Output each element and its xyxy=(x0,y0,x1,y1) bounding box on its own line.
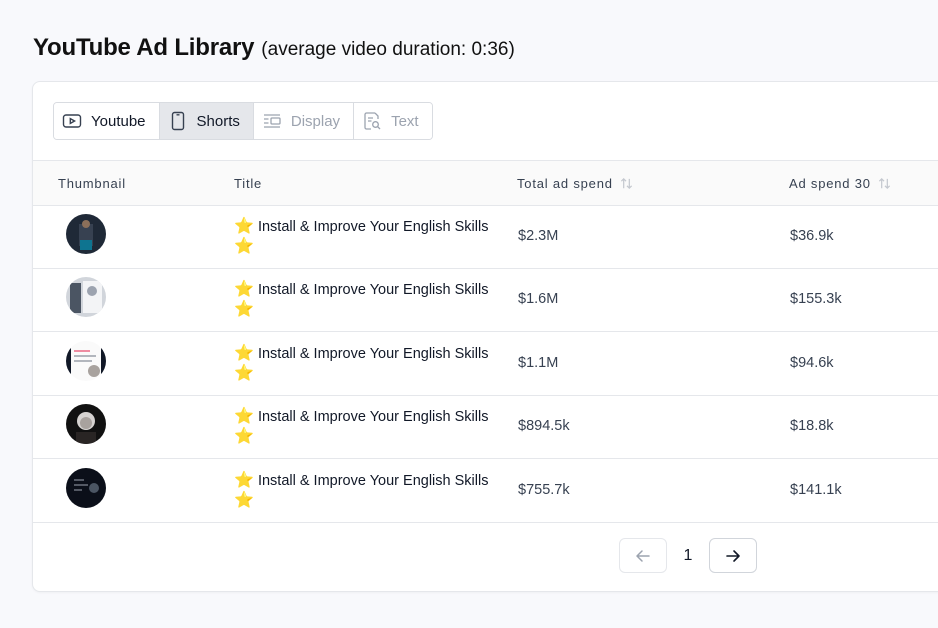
ad-title-text: Install & Improve Your English Skills xyxy=(257,219,489,235)
page-heading: YouTube Ad Library (average video durati… xyxy=(33,34,515,62)
previous-page-button[interactable] xyxy=(619,538,667,573)
column-header-label: Total ad spend xyxy=(517,175,613,191)
total-ad-spend: $1.6M xyxy=(518,291,559,307)
ad-spend-30: $155.3k xyxy=(790,291,842,307)
video-thumbnail[interactable] xyxy=(66,341,106,381)
ad-spend-30: $141.1k xyxy=(790,482,842,498)
star-icon: ⭐ xyxy=(234,428,254,445)
total-ad-spend: $1.1M xyxy=(518,355,559,371)
star-icon: ⭐ xyxy=(234,472,254,489)
tab-youtube-label: Youtube xyxy=(91,112,146,130)
page-subtitle: (average video duration: 0:36) xyxy=(261,39,515,60)
video-thumbnail[interactable] xyxy=(66,404,106,444)
ad-title[interactable]: ⭐ Install & Improve Your English Skills … xyxy=(234,280,504,320)
total-ad-spend: $755.7k xyxy=(518,482,570,498)
ad-library-card: Youtube Shorts Display Text Thumbnail Ti… xyxy=(32,81,938,592)
page-title: YouTube Ad Library xyxy=(33,34,255,61)
star-icon: ⭐ xyxy=(234,218,254,235)
play-icon xyxy=(62,111,82,131)
table-header: Thumbnail Title Total ad spend Ad spend … xyxy=(33,160,938,206)
tab-text-label: Text xyxy=(391,112,419,130)
ad-title[interactable]: ⭐ Install & Improve Your English Skills … xyxy=(234,471,504,511)
tab-youtube[interactable]: Youtube xyxy=(54,103,160,139)
column-header-label: Title xyxy=(234,175,263,191)
tab-text[interactable]: Text xyxy=(354,103,432,139)
ad-title-text: Install & Improve Your English Skills xyxy=(257,473,489,489)
star-icon: ⭐ xyxy=(234,301,254,318)
star-icon: ⭐ xyxy=(234,492,254,509)
total-ad-spend: $2.3M xyxy=(518,228,559,244)
table-row[interactable]: ⭐ Install & Improve Your English Skills … xyxy=(33,333,938,396)
ad-spend-30: $18.8k xyxy=(790,418,834,434)
ad-title[interactable]: ⭐ Install & Improve Your English Skills … xyxy=(234,217,504,257)
arrow-left-icon xyxy=(634,547,652,565)
sort-icon[interactable] xyxy=(619,176,634,191)
arrow-right-icon xyxy=(724,547,742,565)
column-header-ad-spend-30[interactable]: Ad spend 30 xyxy=(789,161,892,205)
current-page-number: 1 xyxy=(683,546,693,564)
ad-title[interactable]: ⭐ Install & Improve Your English Skills … xyxy=(234,344,504,384)
table-row[interactable]: ⭐ Install & Improve Your English Skills … xyxy=(33,396,938,459)
ad-title[interactable]: ⭐ Install & Improve Your English Skills … xyxy=(234,407,504,447)
column-header-label: Thumbnail xyxy=(58,175,126,191)
column-header-title: Title xyxy=(234,161,262,205)
pagination: 1 xyxy=(619,538,757,573)
star-icon: ⭐ xyxy=(234,238,254,255)
text-search-icon xyxy=(362,111,382,131)
next-page-button[interactable] xyxy=(709,538,757,573)
table-row[interactable]: ⭐ Install & Improve Your English Skills … xyxy=(33,269,938,332)
sort-icon[interactable] xyxy=(877,176,892,191)
video-thumbnail[interactable] xyxy=(66,468,106,508)
table-row[interactable]: ⭐ Install & Improve Your English Skills … xyxy=(33,460,938,523)
ad-spend-30: $36.9k xyxy=(790,228,834,244)
ad-title-text: Install & Improve Your English Skills xyxy=(257,409,489,425)
star-icon: ⭐ xyxy=(234,281,254,298)
tab-display-label: Display xyxy=(290,112,341,130)
table-row[interactable]: ⭐ Install & Improve Your English Skills … xyxy=(33,206,938,269)
star-icon: ⭐ xyxy=(234,365,254,382)
format-tabs: Youtube Shorts Display Text xyxy=(53,102,433,140)
ad-title-text: Install & Improve Your English Skills xyxy=(257,282,489,298)
ad-spend-30: $94.6k xyxy=(790,355,834,371)
tab-display[interactable]: Display xyxy=(253,103,355,139)
column-header-thumbnail: Thumbnail xyxy=(58,161,126,205)
star-icon: ⭐ xyxy=(234,345,254,362)
star-icon: ⭐ xyxy=(234,408,254,425)
column-header-total-ad-spend[interactable]: Total ad spend xyxy=(517,161,634,205)
display-icon xyxy=(262,111,282,131)
tab-shorts[interactable]: Shorts xyxy=(159,103,254,139)
phone-icon xyxy=(168,111,188,131)
total-ad-spend: $894.5k xyxy=(518,418,570,434)
tab-shorts-label: Shorts xyxy=(196,112,240,130)
video-thumbnail[interactable] xyxy=(66,277,106,317)
column-header-label: Ad spend 30 xyxy=(789,175,871,191)
ad-title-text: Install & Improve Your English Skills xyxy=(257,346,489,362)
video-thumbnail[interactable] xyxy=(66,214,106,254)
